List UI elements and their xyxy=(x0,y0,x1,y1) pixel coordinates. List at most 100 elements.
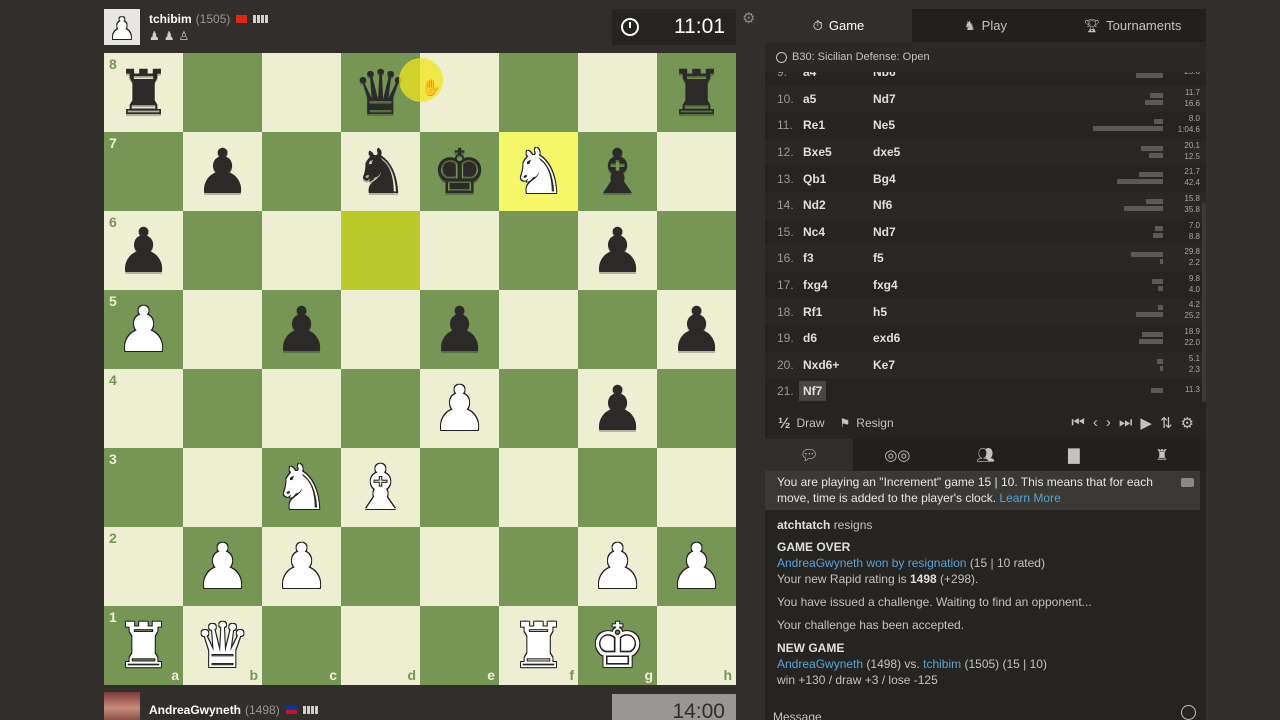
club-tab-icon[interactable]: ♜ xyxy=(1118,439,1206,471)
black-piece-icon[interactable]: ♟ xyxy=(590,377,646,440)
emoji-icon[interactable] xyxy=(1181,705,1196,720)
square[interactable] xyxy=(499,527,578,606)
black-piece-icon[interactable]: ♜ xyxy=(669,61,725,124)
square[interactable] xyxy=(657,132,736,211)
white-move[interactable]: Bxe5 xyxy=(803,145,873,159)
square[interactable]: ♟ xyxy=(420,369,499,448)
white-piece-icon[interactable]: ♟ xyxy=(669,535,725,598)
square[interactable] xyxy=(499,53,578,132)
black-piece-icon[interactable]: ♝ xyxy=(590,140,646,203)
white-piece-icon[interactable]: ♟ xyxy=(195,535,251,598)
square[interactable]: g ♚ xyxy=(578,606,657,685)
username[interactable]: atchtatch xyxy=(777,518,830,532)
result-link[interactable]: won by resignation xyxy=(866,556,966,570)
white-move[interactable]: Qb1 xyxy=(803,172,873,186)
square[interactable]: ♟ xyxy=(262,527,341,606)
tab-game[interactable]: ⏱ Game xyxy=(765,9,912,42)
square[interactable]: 2 xyxy=(104,527,183,606)
square[interactable] xyxy=(183,369,262,448)
play-icon[interactable]: ▶ xyxy=(1140,414,1152,432)
square[interactable] xyxy=(341,211,420,290)
white-piece-icon[interactable]: ♜ xyxy=(511,614,567,677)
white-piece-icon[interactable]: ♞ xyxy=(274,456,330,519)
settings-icon[interactable]: ⚙ xyxy=(1181,414,1194,432)
square[interactable] xyxy=(183,53,262,132)
spectators-tab-icon[interactable]: ◎◎ xyxy=(853,439,941,471)
learn-more-link[interactable]: Learn More xyxy=(999,491,1060,505)
square[interactable]: c xyxy=(262,606,341,685)
black-move[interactable]: Nd7 xyxy=(873,225,943,239)
move-list[interactable]: 9.a4Nb625.610.a5Nd711.716.611.Re1Ne58.01… xyxy=(765,72,1206,407)
square[interactable] xyxy=(262,369,341,448)
square[interactable]: f ♜ xyxy=(499,606,578,685)
square[interactable] xyxy=(420,211,499,290)
dismiss-icon[interactable] xyxy=(1181,478,1194,487)
black-piece-icon[interactable]: ♞ xyxy=(353,140,409,203)
square[interactable] xyxy=(578,448,657,527)
square[interactable]: 4 xyxy=(104,369,183,448)
white-move[interactable]: fxg4 xyxy=(803,278,873,292)
white-piece-icon[interactable]: ♜ xyxy=(116,614,172,677)
square[interactable] xyxy=(420,448,499,527)
square[interactable]: ♟ xyxy=(578,527,657,606)
white-piece-icon[interactable]: ♞ xyxy=(511,140,567,203)
chess-board[interactable]: 8 ♜ ♛ ♜ 7 ♟ ♞ ♚ ♞ ♝ 6 ♟ ♟ 5 ♟ ♟ ♟ ♟ 4 ♟ ♟ 3 ♞ ♝ 2 ♟ ♟ ♟ ♟ 1 a ♜ b ♛ c d e f ♜ g… xyxy=(104,53,736,685)
draw-button[interactable]: ½ Draw xyxy=(778,415,825,432)
square[interactable] xyxy=(262,211,341,290)
black-move[interactable]: h5 xyxy=(873,305,943,319)
first-move-icon[interactable]: ⏮ xyxy=(1071,414,1085,432)
square[interactable] xyxy=(499,211,578,290)
black-move[interactable]: exd6 xyxy=(873,331,943,345)
square[interactable] xyxy=(657,211,736,290)
prev-move-icon[interactable]: ‹ xyxy=(1093,414,1098,432)
white-move[interactable]: a5 xyxy=(803,92,873,106)
white-move[interactable]: a4 xyxy=(803,72,873,79)
square[interactable] xyxy=(499,290,578,369)
square[interactable]: ♝ xyxy=(578,132,657,211)
white-move[interactable]: Nd2 xyxy=(803,198,873,212)
tab-play[interactable]: ♞ Play xyxy=(912,9,1059,42)
square[interactable] xyxy=(420,527,499,606)
black-piece-icon[interactable]: ♟ xyxy=(590,219,646,282)
white-move[interactable]: Rf1 xyxy=(803,305,873,319)
black-piece-icon[interactable]: ♜ xyxy=(116,61,172,124)
username-link[interactable]: tchibim xyxy=(923,657,961,671)
black-move[interactable]: dxe5 xyxy=(873,145,943,159)
black-piece-icon[interactable]: ♟ xyxy=(195,140,251,203)
square[interactable]: ♟ xyxy=(578,211,657,290)
square[interactable] xyxy=(657,448,736,527)
message-input[interactable]: Message xyxy=(765,704,1206,720)
white-move[interactable]: Nf7 xyxy=(799,381,827,402)
username-link[interactable]: AndreaGwyneth xyxy=(777,657,863,671)
black-move[interactable]: Ne5 xyxy=(873,118,943,132)
board-settings-icon[interactable]: ⚙ xyxy=(742,9,755,27)
black-piece-icon[interactable]: ♚ xyxy=(432,140,488,203)
chat-tab-icon[interactable]: 💬︎ xyxy=(765,439,854,471)
black-piece-icon[interactable]: ♟ xyxy=(274,298,330,361)
black-move[interactable]: Nd7 xyxy=(873,92,943,106)
white-piece-icon[interactable]: ♝ xyxy=(353,456,409,519)
white-piece-icon[interactable]: ♟ xyxy=(590,535,646,598)
square[interactable] xyxy=(183,290,262,369)
square[interactable]: ♝ xyxy=(341,448,420,527)
square[interactable]: 7 xyxy=(104,132,183,211)
square[interactable]: b ♛ xyxy=(183,606,262,685)
square[interactable]: ♞ xyxy=(499,132,578,211)
friends-tab-icon[interactable]: 👥︎ xyxy=(941,439,1029,471)
square[interactable]: 5 ♟ xyxy=(104,290,183,369)
square[interactable] xyxy=(183,211,262,290)
square[interactable]: 1 a ♜ xyxy=(104,606,183,685)
black-move[interactable]: Nf6 xyxy=(873,198,943,212)
scrollbar[interactable] xyxy=(1202,202,1206,402)
square[interactable] xyxy=(499,448,578,527)
white-move[interactable]: f3 xyxy=(803,251,873,265)
square[interactable] xyxy=(578,290,657,369)
tab-tournaments[interactable]: 🏆︎ Tournaments xyxy=(1059,9,1206,42)
white-move[interactable]: Nc4 xyxy=(803,225,873,239)
square[interactable]: ♞ xyxy=(262,448,341,527)
black-move[interactable]: f5 xyxy=(873,251,943,265)
resign-button[interactable]: ⚑ Resign xyxy=(840,416,894,430)
square[interactable] xyxy=(499,369,578,448)
square[interactable] xyxy=(341,369,420,448)
opening-name[interactable]: B30: Sicilian Defense: Open xyxy=(765,42,1206,72)
